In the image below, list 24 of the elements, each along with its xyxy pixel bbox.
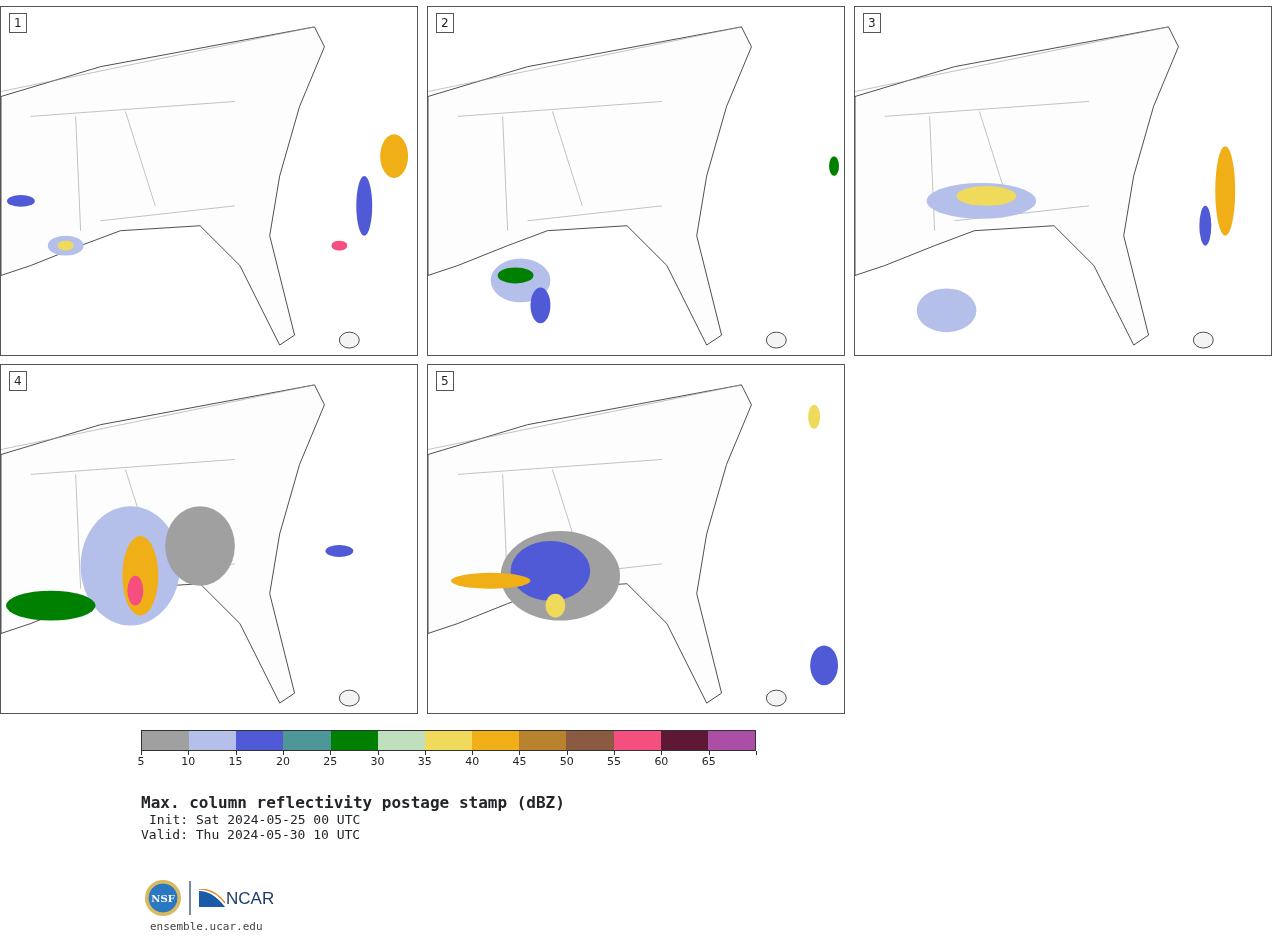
tick-label: 25	[323, 755, 338, 768]
chart-title: Max. column reflectivity postage stamp (dBZ)	[141, 793, 566, 812]
tick-label: 65	[701, 755, 716, 768]
tick-label: 45	[512, 755, 527, 768]
tick-label: 60	[654, 755, 669, 768]
panel-number: 5	[436, 371, 454, 391]
tick-label: 55	[607, 755, 622, 768]
tick-label: 30	[370, 755, 385, 768]
seal-logo: NSF	[145, 880, 181, 916]
tick-label: 50	[559, 755, 574, 768]
brand-logo: NCAR	[199, 889, 275, 907]
valid-time: Valid: Thu 2024-05-30 10 UTC	[141, 827, 362, 842]
panel-number: 2	[436, 13, 454, 33]
init-time: Init: Sat 2024-05-25 00 UTC	[148, 812, 362, 827]
panel-number: 3	[863, 13, 881, 33]
tick-label: 10	[181, 755, 196, 768]
tick-label: 20	[275, 755, 290, 768]
tick-label: 5	[137, 755, 145, 768]
website-url: ensemble.ucar.edu	[150, 920, 264, 933]
tick-label: 40	[465, 755, 480, 768]
tick-label: 35	[417, 755, 432, 768]
panel-number: 1	[9, 13, 27, 33]
panel-number: 4	[9, 371, 27, 391]
tick-label: 15	[228, 755, 243, 768]
